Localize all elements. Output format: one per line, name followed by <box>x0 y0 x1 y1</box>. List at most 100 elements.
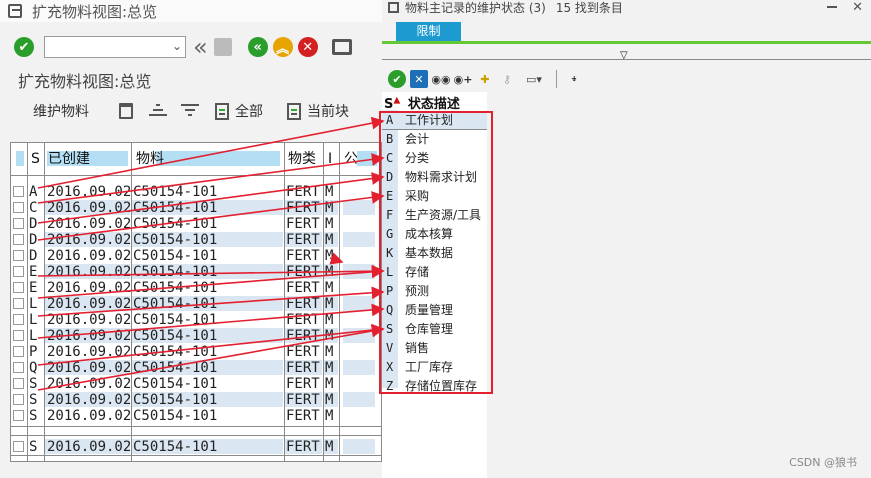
row-select-checkbox[interactable] <box>13 410 24 421</box>
row-select-checkbox[interactable] <box>13 266 24 277</box>
table-cell-date[interactable]: 2016.09.02 <box>47 248 131 264</box>
table-cell-type[interactable]: FERT <box>286 392 320 408</box>
table-cell-material[interactable]: C50154-101 <box>133 184 217 200</box>
table-cell-i[interactable]: M <box>325 312 333 328</box>
double-chevron-left-icon[interactable]: « <box>193 35 208 59</box>
table-cell-s[interactable]: E <box>29 264 37 280</box>
table-cell-material[interactable]: C50154-101 <box>133 312 217 328</box>
chevron-down-icon[interactable]: ⌄ <box>172 39 182 53</box>
row-select-checkbox[interactable] <box>13 218 24 229</box>
table-cell-material[interactable]: C50154-101 <box>133 264 217 280</box>
table-cell-type[interactable]: FERT <box>286 200 320 216</box>
row-select-checkbox[interactable] <box>13 282 24 293</box>
table-cell-date[interactable]: 2016.09.02 <box>47 216 131 232</box>
table-cell-i[interactable]: M <box>325 360 333 376</box>
exit-icon[interactable]: ︽ <box>272 37 293 57</box>
table-cell-i[interactable]: M <box>325 328 333 344</box>
table-cell-i[interactable]: M <box>325 200 333 216</box>
table-cell-s[interactable]: C <box>29 200 37 216</box>
table-cell-date[interactable]: 2016.09.02 <box>47 392 131 408</box>
table-cell-type[interactable]: FERT <box>286 328 320 344</box>
table-cell-type[interactable]: FERT <box>286 360 320 376</box>
column-header-i[interactable]: I <box>328 151 332 167</box>
table-cell-material[interactable]: C50154-101 <box>133 344 217 360</box>
status-list-item[interactable]: F 生产资源/工具 <box>382 206 487 225</box>
trash-icon[interactable] <box>119 103 133 119</box>
table-cell-i[interactable]: M <box>325 264 333 280</box>
status-list-item[interactable]: A 工作计划 <box>382 111 487 130</box>
tab-restrictions[interactable]: 限制 <box>396 22 461 41</box>
table-cell-s[interactable]: S <box>29 408 37 424</box>
status-list-item[interactable]: Q 质量管理 <box>382 301 487 320</box>
table-cell-i[interactable]: M <box>325 376 333 392</box>
table-cell-s[interactable]: Q <box>29 360 37 376</box>
save-icon[interactable] <box>213 38 232 56</box>
table-cell-material[interactable]: C50154-101 <box>133 232 217 248</box>
table-cell-i[interactable]: M <box>325 392 333 408</box>
command-field[interactable]: ⌄ <box>44 36 186 58</box>
row-select-checkbox[interactable] <box>13 186 24 197</box>
row-select-checkbox[interactable] <box>13 394 24 405</box>
table-cell-s[interactable]: L <box>29 312 37 328</box>
popup-menu-icon[interactable] <box>388 1 399 13</box>
status-list-item[interactable]: C 分类 <box>382 149 487 168</box>
table-cell-date[interactable]: 2016.09.02 <box>47 408 131 424</box>
status-list-item[interactable]: D 物料需求计划 <box>382 168 487 187</box>
row-select-checkbox[interactable] <box>13 234 24 245</box>
table-cell-material[interactable]: C50154-101 <box>133 200 217 216</box>
row-select-checkbox[interactable] <box>13 330 24 341</box>
table-cell-s[interactable]: S <box>29 376 37 392</box>
sort-descending-icon[interactable] <box>181 104 199 118</box>
cancel-icon[interactable]: ✕ <box>297 37 318 57</box>
table-cell-type[interactable]: FERT <box>286 408 320 424</box>
find-binoculars-icon[interactable]: ◉◉ <box>431 70 450 88</box>
table-cell-date[interactable]: 2016.09.02 <box>47 280 131 296</box>
table-cell-i[interactable]: M <box>325 280 333 296</box>
table-cell-s[interactable]: E <box>29 280 37 296</box>
key-icon[interactable]: ⚷ <box>498 70 516 88</box>
close-icon[interactable]: ✕ <box>852 0 863 15</box>
table-cell-date[interactable]: 2016.09.02 <box>47 312 131 328</box>
table-cell-i[interactable]: M <box>325 216 333 232</box>
status-list-item[interactable]: X 工厂库存 <box>382 358 487 377</box>
status-list-item[interactable]: K 基本数据 <box>382 244 487 263</box>
print-dropdown-icon[interactable]: ▭▾ <box>520 70 548 88</box>
table-cell-s[interactable]: L <box>29 328 37 344</box>
table-cell-type[interactable]: FERT <box>286 264 320 280</box>
column-header-company[interactable]: 公 <box>344 151 358 167</box>
status-list-item[interactable]: V 销售 <box>382 339 487 358</box>
table-cell-i[interactable]: M <box>325 232 333 248</box>
table-cell-date[interactable]: 2016.09.02 <box>47 200 131 216</box>
column-header-material-type[interactable]: 物类 <box>288 151 316 167</box>
status-list-header[interactable]: S▲ 状态描述 <box>384 92 460 112</box>
table-cell-type[interactable]: FERT <box>286 184 320 200</box>
table-cell-i[interactable]: M <box>325 184 333 200</box>
table-cell-date[interactable]: 2016.09.02 <box>47 232 131 248</box>
table-cell-type[interactable]: FERT <box>286 280 320 296</box>
table-cell-material[interactable]: C50154-101 <box>133 376 217 392</box>
table-cell-type[interactable]: FERT <box>286 376 320 392</box>
table-cell-material[interactable]: C50154-101 <box>133 392 217 408</box>
status-list-item[interactable]: P 预测 <box>382 282 487 301</box>
table-cell-i[interactable]: M <box>325 296 333 312</box>
table-cell-date[interactable]: 2016.09.02 <box>47 264 131 280</box>
table-cell-s[interactable]: L <box>29 296 37 312</box>
column-header-material[interactable]: 物料 <box>136 151 164 167</box>
table-cell-material[interactable]: C50154-101 <box>133 280 217 296</box>
table-cell-s[interactable]: S <box>29 392 37 408</box>
table-cell-material[interactable]: C50154-101 <box>133 296 217 312</box>
table-cell-type[interactable]: FERT <box>286 344 320 360</box>
maintain-material-button[interactable]: 维护物料 <box>33 101 89 121</box>
table-cell-material[interactable]: C50154-101 <box>133 216 217 232</box>
table-cell-s[interactable]: D <box>29 216 37 232</box>
find-next-icon[interactable]: ◉+ <box>454 70 473 88</box>
minimize-icon[interactable] <box>827 6 837 8</box>
table-cell-type[interactable]: FERT <box>286 296 320 312</box>
table-cell-type[interactable]: FERT <box>286 312 320 328</box>
print-icon[interactable] <box>331 39 352 55</box>
table-cell-i[interactable]: M <box>325 248 333 264</box>
row-select-checkbox[interactable] <box>13 250 24 261</box>
table-cell-type[interactable]: FERT <box>286 216 320 232</box>
table-cell-s[interactable]: P <box>29 344 37 360</box>
row-select-checkbox[interactable] <box>13 346 24 357</box>
